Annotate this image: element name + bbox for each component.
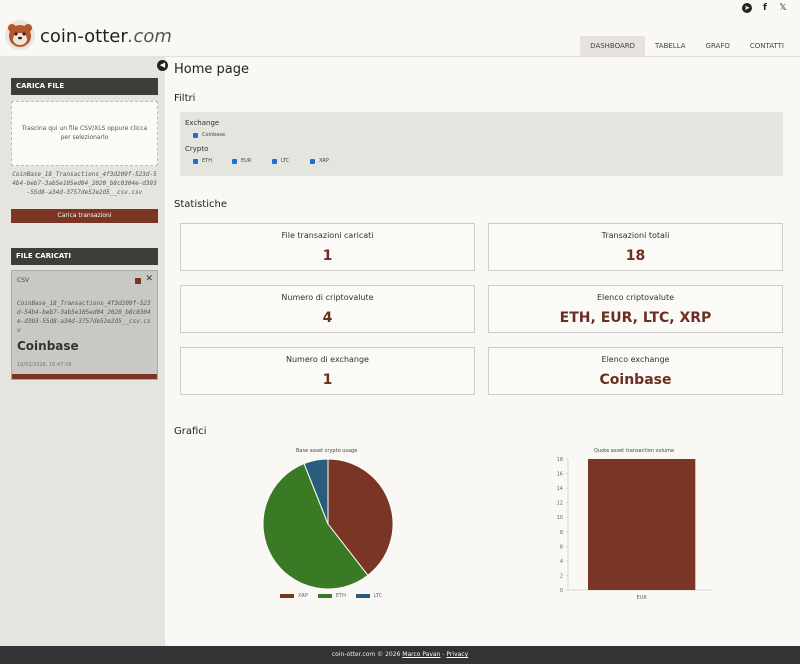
stat-label: Transazioni totali	[601, 231, 670, 240]
charts-title: Grafici	[174, 426, 207, 437]
filter-exchange-coinbase[interactable]: Coinbase	[193, 132, 225, 138]
legend-item-ltc[interactable]: LTC	[355, 593, 383, 599]
checkbox-label: ETH	[202, 158, 212, 164]
footer-privacy-link[interactable]: Privacy	[446, 651, 468, 658]
footer-copyright: coin-otter.com © 2026	[331, 651, 401, 658]
file-exchange: Coinbase	[17, 339, 79, 353]
y-tick-label: 0	[560, 588, 563, 594]
y-tick-label: 16	[557, 472, 563, 478]
file-color-swatch[interactable]	[135, 278, 141, 284]
y-tick-label: 14	[557, 486, 563, 492]
stat-label: Elenco exchange	[601, 355, 670, 364]
stat-label: File transazioni caricati	[281, 231, 374, 240]
bar-chart: 0 2 4 6 8 10 12 14 16 18 EUR	[557, 457, 713, 601]
loaded-files-title: FILE CARICATI	[11, 248, 158, 265]
stat-card: Elenco exchange Coinbase	[488, 347, 783, 395]
dropzone-text: Trascina qui un file CSV/XLS oppure clic…	[21, 125, 148, 141]
file-name: CoinBase_18_Transactions_4f3d209f-523d-5…	[17, 300, 151, 334]
file-type: CSV	[17, 277, 30, 284]
checkbox-checked-icon[interactable]	[232, 158, 237, 164]
x-tick-label: EUR	[637, 595, 648, 601]
crypto-filter-label: Crypto	[185, 145, 209, 153]
y-tick-label: 4	[560, 559, 563, 565]
checkbox-checked-icon[interactable]	[193, 132, 198, 138]
stat-value: Coinbase	[599, 372, 672, 388]
legend-label: ETH	[335, 593, 346, 599]
social-links: ➤ f 𝕏	[742, 3, 788, 13]
legend-label: LTC	[373, 593, 383, 599]
bar-eur[interactable]	[588, 459, 696, 590]
nav-grafo[interactable]: GRAFO	[696, 36, 740, 56]
upload-section-title: CARICA FILE	[11, 78, 158, 95]
top-bar: ➤ f 𝕏	[0, 0, 800, 16]
stat-label: Elenco criptovalute	[596, 293, 675, 302]
filters-title: Filtri	[174, 93, 196, 104]
pie-chart	[262, 458, 394, 590]
legend-label: XRP	[298, 593, 308, 599]
checkbox-label: XRP	[319, 158, 329, 164]
legend-swatch	[355, 594, 370, 598]
y-tick-label: 12	[557, 501, 563, 507]
file-card-accent	[12, 374, 157, 379]
otter-logo[interactable]	[5, 20, 35, 50]
file-dropzone[interactable]: Trascina qui un file CSV/XLS oppure clic…	[11, 101, 158, 166]
stat-card: File transazioni caricati 1	[180, 223, 475, 271]
file-date: 19/02/2026, 16:47:58	[17, 362, 72, 368]
stats-title: Statistiche	[174, 199, 227, 210]
y-tick-label: 8	[560, 530, 563, 536]
stat-value: ETH, EUR, LTC, XRP	[559, 310, 712, 326]
legend-swatch	[280, 594, 294, 598]
telegram-icon[interactable]: ➤	[742, 3, 752, 13]
nav-tabella[interactable]: TABELLA	[645, 36, 696, 56]
nav-dashboard[interactable]: DASHBOARD	[580, 36, 646, 56]
footer-author-link[interactable]: Marco Pavan	[402, 651, 440, 658]
checkbox-label: EUR	[241, 158, 252, 164]
filter-crypto-eur[interactable]: EUR	[232, 158, 251, 164]
page-title: Home page	[174, 62, 249, 77]
checkbox-label: Coinbase	[202, 132, 226, 138]
checkbox-checked-icon[interactable]	[193, 158, 198, 164]
brand-name[interactable]: coin-otter.com	[40, 26, 172, 47]
legend-swatch	[317, 594, 332, 598]
header: coin-otter.com DASHBOARD TABELLA GRAFO C…	[0, 16, 800, 57]
twitter-icon[interactable]: 𝕏	[778, 3, 788, 13]
facebook-icon[interactable]: f	[760, 3, 770, 13]
close-icon[interactable]: ✕	[145, 274, 153, 284]
stat-value: 1	[322, 372, 333, 388]
stat-value: 1	[322, 248, 333, 264]
stat-label: Numero di criptovalute	[281, 293, 374, 302]
loaded-file-card[interactable]: CSV ✕ CoinBase_18_Transactions_4f3d209f-…	[11, 270, 158, 380]
legend-item-eth[interactable]: ETH	[317, 593, 346, 599]
filter-crypto-eth[interactable]: ETH	[193, 158, 212, 164]
checkbox-checked-icon[interactable]	[310, 158, 315, 164]
y-tick-label: 2	[560, 573, 563, 579]
legend-item-xrp[interactable]: XRP	[280, 593, 308, 599]
filter-crypto-xrp[interactable]: XRP	[310, 158, 329, 164]
stat-card: Numero di exchange 1	[180, 347, 475, 395]
main-nav: DASHBOARD TABELLA GRAFO CONTATTI	[580, 36, 794, 56]
selected-filename: CoinBase_18_Transactions_4f3d209f-523d-5…	[12, 171, 157, 196]
exchange-filter-label: Exchange	[185, 119, 220, 127]
stat-card: Numero di criptovalute 4	[180, 285, 475, 333]
stat-value: 4	[322, 310, 333, 326]
filter-crypto-ltc[interactable]: LTC	[272, 158, 289, 164]
stat-label: Numero di exchange	[286, 355, 369, 364]
stat-card: Transazioni totali 18	[488, 223, 783, 271]
collapse-sidebar-icon[interactable]: ◀	[157, 60, 168, 71]
stat-card: Elenco criptovalute ETH, EUR, LTC, XRP	[488, 285, 783, 333]
brand-text: coin-otter	[40, 26, 128, 47]
y-tick-label: 18	[557, 457, 563, 463]
checkbox-label: LTC	[281, 158, 290, 164]
filters-panel: Exchange Coinbase Crypto ETH EUR LTC XRP	[180, 112, 783, 176]
footer-separator: -	[442, 651, 445, 658]
y-tick-label: 6	[560, 544, 563, 550]
brand-tld: .com	[127, 26, 172, 47]
upload-transactions-button[interactable]: Carica transazioni	[11, 209, 158, 223]
footer: coin-otter.com © 2026 Marco Pavan - Priv…	[0, 646, 800, 664]
checkbox-checked-icon[interactable]	[272, 158, 277, 164]
nav-contatti[interactable]: CONTATTI	[740, 36, 794, 56]
stat-value: 18	[625, 248, 646, 264]
y-tick-label: 10	[557, 515, 563, 521]
pie-legend: XRP ETH LTC	[280, 593, 382, 599]
